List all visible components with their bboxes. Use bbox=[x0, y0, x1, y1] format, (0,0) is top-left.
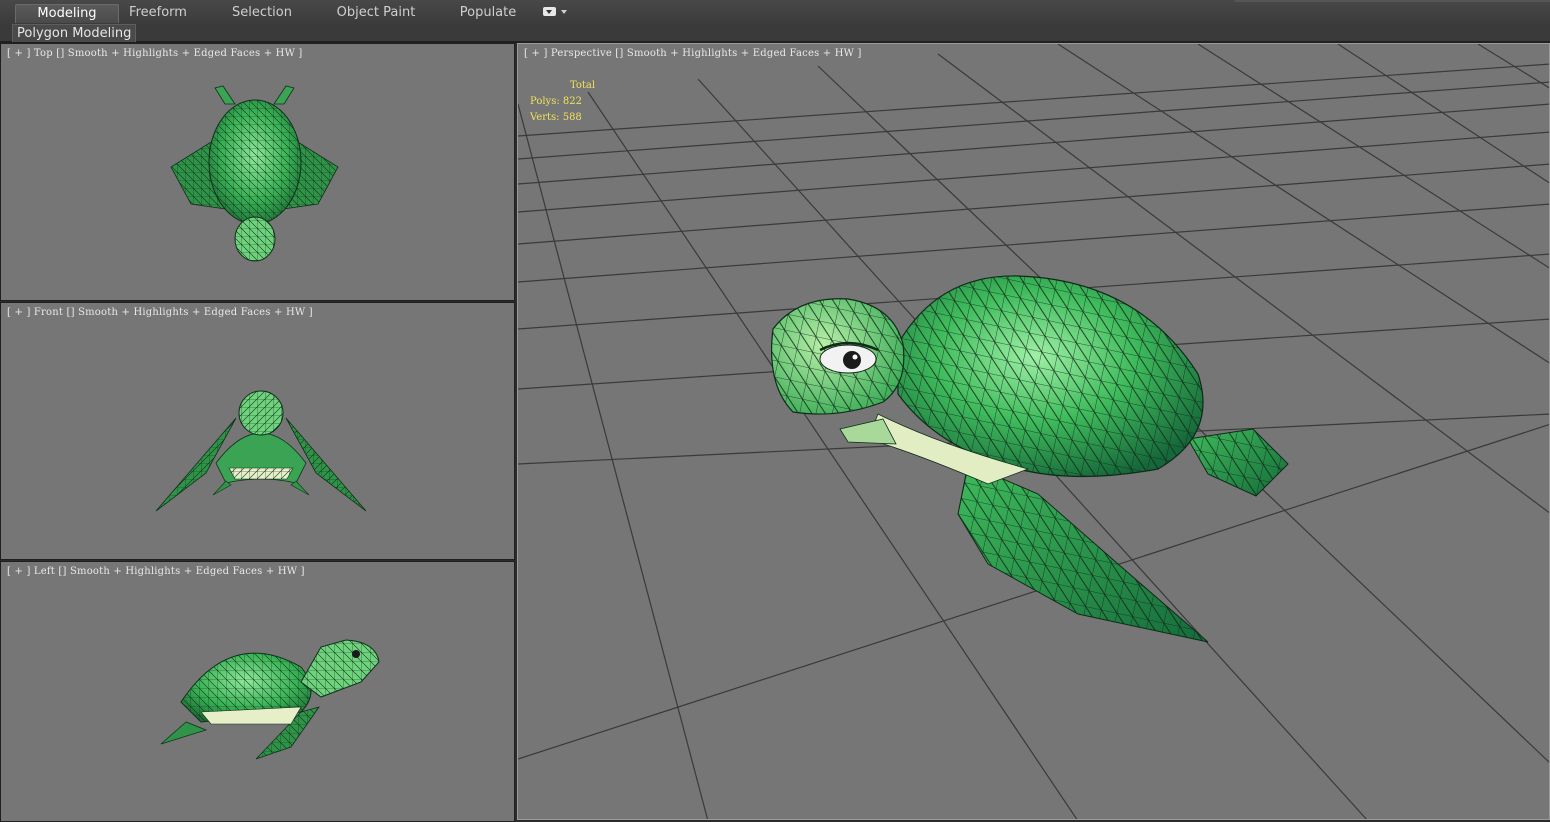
tab-selection[interactable]: Selection bbox=[222, 4, 302, 22]
viewport-left[interactable]: [ + ] Left [] Smooth + Highlights + Edge… bbox=[0, 561, 515, 822]
chevron-down-icon bbox=[561, 10, 567, 14]
scene-statistics: Total Polys: 822 Verts: 588 bbox=[530, 78, 595, 126]
turtle-top-view bbox=[170, 85, 339, 262]
turtle-front-view bbox=[155, 390, 367, 512]
stats-polys: Polys: 822 bbox=[530, 96, 582, 107]
dropdown-options-icon[interactable] bbox=[543, 5, 569, 19]
tab-populate[interactable]: Populate bbox=[448, 4, 528, 22]
viewport-perspective[interactable]: [ + ] Perspective [] Smooth + Highlights… bbox=[517, 43, 1550, 820]
stats-total-label: Total bbox=[570, 80, 596, 91]
viewport-perspective-label[interactable]: [ + ] Perspective [] Smooth + Highlights… bbox=[524, 48, 862, 59]
tab-freeform[interactable]: Freeform bbox=[118, 4, 198, 22]
turtle-left-view bbox=[160, 639, 380, 760]
tab-object-paint[interactable]: Object Paint bbox=[330, 4, 422, 22]
options-box-icon bbox=[543, 7, 556, 16]
ribbon-panel-bar: Polygon Modeling bbox=[0, 24, 1550, 43]
ribbon-divider bbox=[1235, 0, 1550, 2]
perspective-scene bbox=[518, 44, 1549, 819]
tab-modeling[interactable]: Modeling bbox=[15, 4, 119, 23]
polygon-modeling-panel-button[interactable]: Polygon Modeling bbox=[12, 24, 137, 42]
viewport-front[interactable]: [ + ] Front [] Smooth + Highlights + Edg… bbox=[0, 302, 515, 560]
ribbon-tab-bar: Modeling Freeform Selection Object Paint… bbox=[0, 0, 1550, 25]
viewport-top[interactable]: [ + ] Top [] Smooth + Highlights + Edged… bbox=[0, 43, 515, 301]
stats-verts: Verts: 588 bbox=[530, 112, 582, 123]
